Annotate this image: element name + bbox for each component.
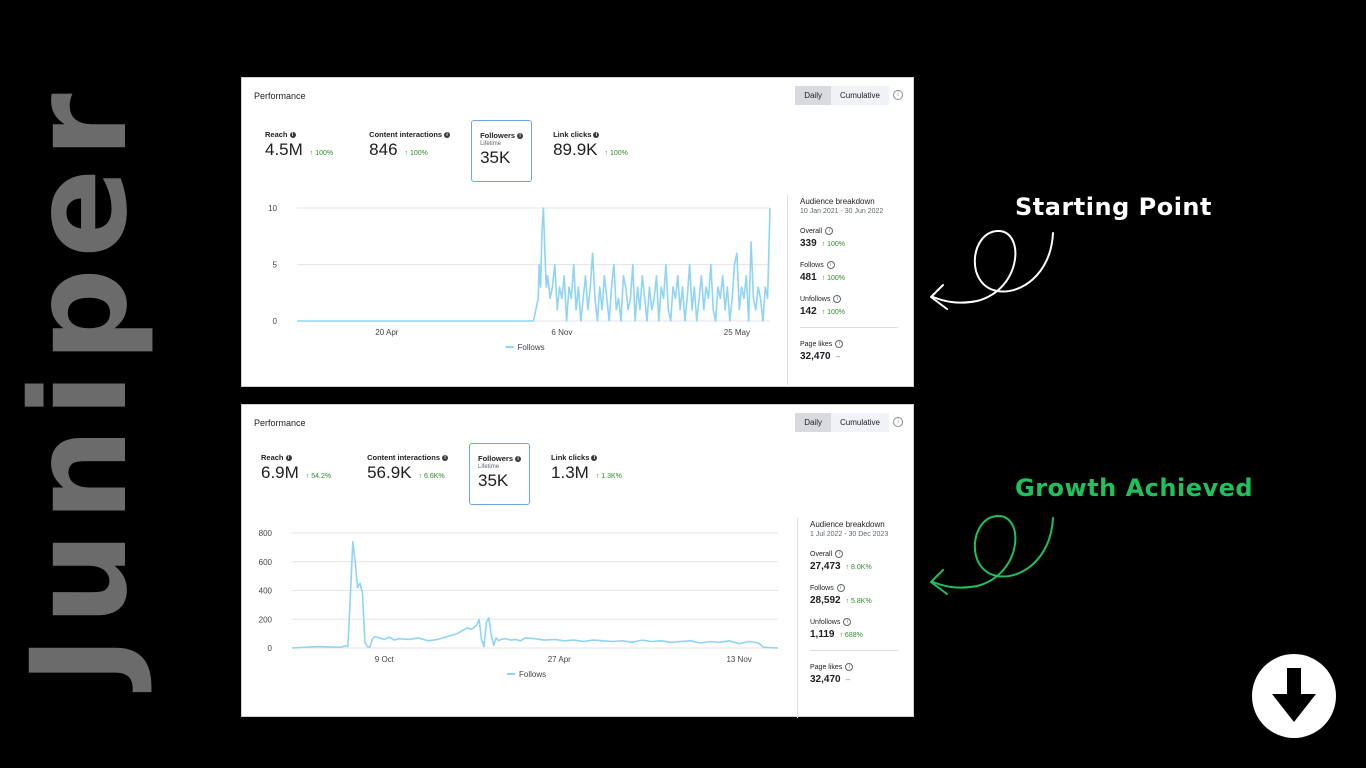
- legend-label: Follows: [518, 343, 545, 352]
- y-tick-label: 10: [268, 204, 277, 213]
- info-icon[interactable]: i: [843, 618, 852, 626]
- y-tick-label: 5: [273, 261, 278, 270]
- y-tick-label: 0: [273, 317, 278, 326]
- audience-breakdown-title: Audience breakdown: [810, 520, 885, 529]
- page-likes-change: --: [835, 354, 841, 361]
- date-range: 10 Jan 2021 - 30 Jun 2022: [800, 208, 884, 215]
- info-icon[interactable]: i: [835, 550, 844, 558]
- y-tick-label: 200: [259, 615, 273, 624]
- performance-panel-before: Performance Daily Cumulative i Reach i 4.…: [241, 77, 914, 387]
- page-likes-value: 32,470: [800, 351, 831, 362]
- unfollows-change: ↑ 100%: [821, 309, 846, 316]
- info-icon[interactable]: i: [835, 340, 844, 348]
- y-tick-label: 600: [259, 558, 273, 567]
- follows-line-chart: 10 5 0 20 Apr 6 Nov 25 May Follows: [268, 204, 771, 352]
- x-tick-label: 27 Apr: [548, 655, 571, 664]
- follows-label: Follows: [810, 584, 834, 592]
- unfollows-value: 142: [800, 306, 817, 317]
- follows-value: 481: [800, 272, 817, 283]
- info-icon[interactable]: i: [826, 261, 835, 269]
- y-tick-label: 800: [259, 529, 273, 538]
- x-tick-label: 6 Nov: [551, 328, 572, 337]
- page-likes-change: --: [845, 677, 851, 684]
- info-icon[interactable]: i: [836, 584, 845, 592]
- page-likes-label: Page likes: [800, 340, 833, 348]
- view-toggle: Daily Cumulative: [795, 86, 889, 105]
- overall-change: ↑ 8.0K%: [845, 564, 872, 571]
- audience-breakdown-title: Audience breakdown: [800, 197, 875, 206]
- unfollows-label: Unfollows: [810, 618, 841, 626]
- unfollows-value: 1,119: [810, 629, 835, 640]
- follows-label: Follows: [800, 261, 824, 269]
- overall-value: 27,473: [810, 561, 841, 572]
- follows-line-chart: 800 600 400 200 0 9 Oct 27 Apr 13 Nov Follows: [259, 529, 779, 679]
- arrow-down-icon: [1272, 668, 1316, 722]
- audience-breakdown: Audience breakdown 10 Jan 2021 - 30 Jun …: [787, 195, 908, 385]
- x-tick-label: 25 May: [724, 328, 750, 337]
- brand-wordmark: Juniper: [3, 83, 157, 685]
- divider: [810, 650, 898, 651]
- unfollows-label: Unfollows: [800, 295, 831, 303]
- x-tick-label: 9 Oct: [375, 655, 395, 664]
- info-icon[interactable]: i: [845, 663, 854, 671]
- info-icon[interactable]: i: [893, 417, 903, 427]
- page-likes-value: 32,470: [810, 674, 841, 685]
- overall-label: Overall: [800, 227, 823, 235]
- download-button[interactable]: [1252, 654, 1336, 738]
- daily-toggle-button[interactable]: Daily: [795, 413, 831, 432]
- follows-value: 28,592: [810, 595, 841, 606]
- curly-arrow-icon: [930, 514, 1054, 595]
- daily-toggle-button[interactable]: Daily: [795, 86, 831, 105]
- date-range: 1 Jul 2022 - 30 Dec 2023: [810, 531, 889, 538]
- y-tick-label: 400: [259, 587, 273, 596]
- performance-panel-after: Performance Daily Cumulative i Reach i 6.…: [241, 404, 914, 718]
- x-tick-label: 13 Nov: [726, 655, 751, 664]
- info-icon[interactable]: i: [893, 90, 903, 100]
- page-likes-label: Page likes: [810, 663, 843, 671]
- legend-label: Follows: [519, 670, 546, 679]
- audience-breakdown: Audience breakdown 1 Jul 2022 - 30 Dec 2…: [797, 518, 908, 718]
- unfollows-change: ↑ 688%: [839, 632, 863, 639]
- follows-change: ↑ 100%: [821, 275, 846, 282]
- divider: [800, 327, 898, 328]
- curly-arrow-icon: [930, 229, 1054, 310]
- info-icon[interactable]: i: [833, 295, 842, 303]
- view-toggle: Daily Cumulative: [795, 413, 889, 432]
- cumulative-toggle-button[interactable]: Cumulative: [830, 86, 889, 105]
- y-tick-label: 0: [268, 644, 273, 653]
- growth-achieved-callout: Growth Achieved: [1015, 474, 1254, 502]
- follows-change: ↑ 5.8K%: [845, 598, 872, 605]
- overall-value: 339: [800, 238, 817, 249]
- cumulative-toggle-button[interactable]: Cumulative: [830, 413, 889, 432]
- follows-series-line: [291, 540, 779, 649]
- x-tick-label: 20 Apr: [375, 328, 398, 337]
- overall-change: ↑ 100%: [821, 241, 846, 248]
- starting-point-callout: Starting Point: [1015, 193, 1212, 221]
- overall-label: Overall: [810, 550, 833, 558]
- info-icon[interactable]: i: [825, 227, 834, 235]
